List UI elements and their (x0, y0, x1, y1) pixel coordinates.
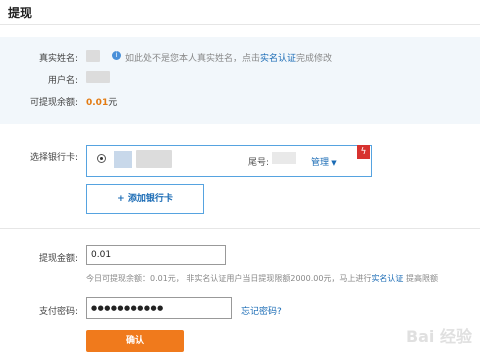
username-label: 用户名: (47, 76, 78, 86)
balance-unit: 元 (108, 98, 118, 108)
balance-amount: 0.01元 (86, 95, 117, 108)
divider (0, 24, 480, 25)
divider (0, 228, 480, 229)
add-bank-card-button[interactable]: + 添加银行卡 (86, 184, 204, 214)
watermark-logo: Bai 经验 (405, 327, 472, 346)
chevron-down-icon: ▼ (329, 159, 337, 167)
balance-label: 可提现余额: (29, 98, 78, 108)
amount-label: 提现金额: (38, 254, 78, 264)
username-value (86, 71, 110, 83)
page-title: 提现 (8, 6, 33, 20)
real-name-note-prefix: 如此处不是您本人真实姓名，点击 (125, 54, 261, 64)
real-name-note-suffix: 完成修改 (296, 54, 333, 64)
amount-input[interactable]: 0.01 (86, 245, 226, 265)
card-tail-label: 尾号: (248, 158, 270, 168)
password-label: 支付密码: (38, 307, 78, 317)
limit-verify-link[interactable]: 实名认证 (371, 274, 403, 283)
limit-hint-prefix: 今日可提现余额：0.01元， 非实名认证用户当日提现限额2000.00元，马上进… (86, 274, 372, 283)
real-name-value (86, 50, 100, 62)
manage-card-link[interactable]: 管理 ▼ (311, 155, 337, 168)
lightning-icon: ϟ (357, 145, 370, 159)
bank-card-radio[interactable] (97, 154, 106, 163)
limit-hint: 今日可提现余额：0.01元， 非实名认证用户当日提现限额2000.00元，马上进… (86, 273, 438, 284)
real-name-label: 真实姓名: (38, 54, 78, 64)
balance-value: 0.01 (86, 98, 109, 108)
card-tail-number (272, 152, 296, 164)
manage-card-label: 管理 (311, 158, 330, 168)
real-name-verify-link[interactable]: 实名认证 (260, 54, 296, 64)
info-icon: i (112, 51, 121, 60)
select-bank-card-label: 选择银行卡: (29, 153, 78, 163)
limit-hint-suffix: 提高限额 (405, 274, 438, 283)
confirm-button[interactable]: 确认 (86, 330, 184, 352)
real-name-note: 如此处不是您本人真实姓名，点击实名认证完成修改 (125, 51, 332, 64)
bank-logo (114, 151, 132, 168)
forgot-password-link[interactable]: 忘记密码? (241, 304, 282, 317)
bank-name (136, 150, 172, 168)
payment-password-input[interactable]: ●●●●●●●●●●● (86, 297, 232, 319)
